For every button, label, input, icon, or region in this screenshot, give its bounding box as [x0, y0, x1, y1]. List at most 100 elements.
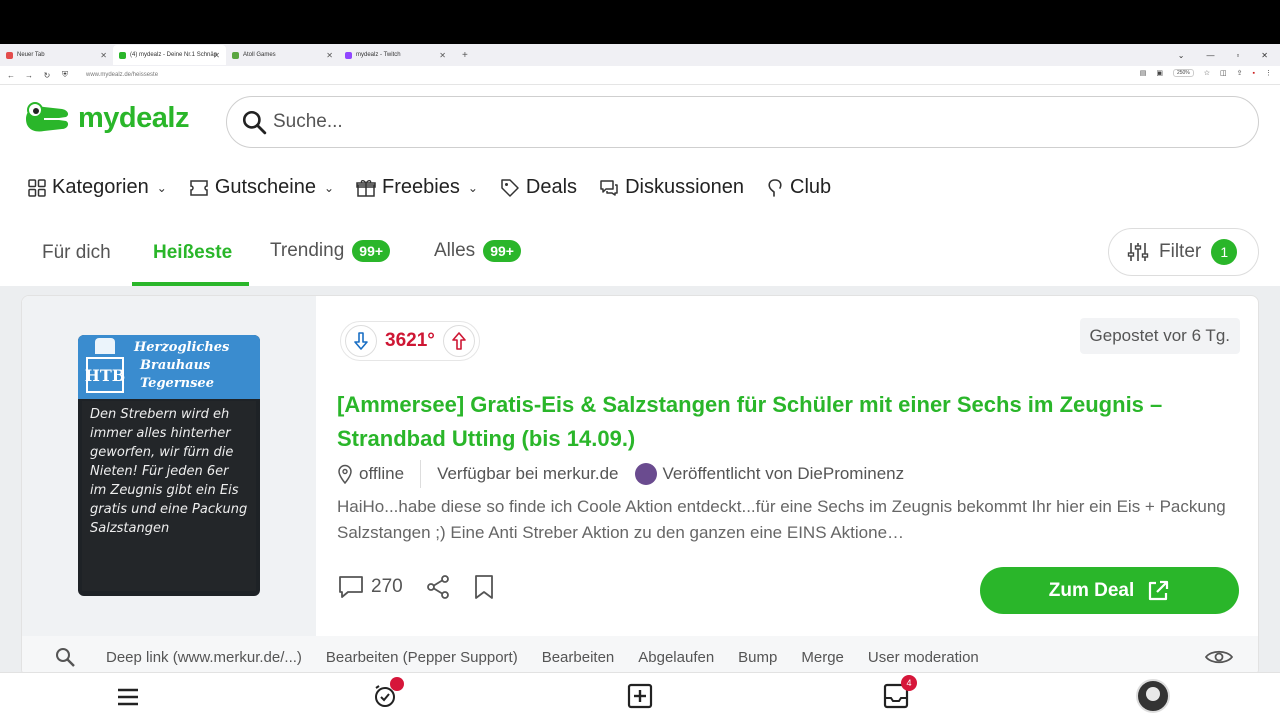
eye-icon[interactable] — [1204, 647, 1234, 667]
nav-diskussionen[interactable]: Diskussionen — [599, 176, 744, 199]
close-window-icon[interactable]: ✕ — [1261, 51, 1268, 60]
author-link[interactable]: Veröffentlicht von DieProminenz — [663, 464, 905, 484]
url-field[interactable]: www.mydealz.de/heisseste — [86, 72, 158, 78]
mod-edit-support[interactable]: Bearbeiten (Pepper Support) — [326, 649, 518, 666]
tag-icon — [501, 178, 519, 197]
mod-deep-link[interactable]: Deep link (www.merkur.de/...) — [106, 649, 302, 666]
browser-tab[interactable]: mydealz - Twitch ✕ — [339, 45, 452, 65]
search-input[interactable] — [273, 111, 1173, 133]
banner-line: Brauhaus — [140, 358, 211, 373]
zoom-level[interactable]: 250% — [1172, 69, 1194, 77]
share-icon[interactable]: ⇪ — [1237, 69, 1243, 77]
inbox-button[interactable]: 4 — [883, 675, 917, 714]
nav-club[interactable]: Club — [766, 176, 831, 199]
browser-tab[interactable]: Atoll Games ✕ — [226, 45, 339, 65]
forward-icon[interactable]: → — [20, 71, 38, 80]
chevron-down-icon: ⌄ — [323, 180, 335, 195]
avatar-face-icon — [1146, 687, 1160, 701]
ticket-icon — [190, 179, 208, 196]
tab-title: Atoll Games — [243, 52, 276, 58]
tab-label: Trending — [270, 240, 345, 261]
new-tab-icon[interactable]: + — [462, 50, 468, 61]
site-info-icon[interactable]: ⛨ — [56, 70, 74, 80]
picture-icon[interactable]: ▣ — [1156, 69, 1163, 77]
nav-label: Freebies — [382, 176, 460, 198]
tab-heisseste[interactable]: Heißeste — [153, 242, 232, 264]
deal-card: HTB Herzogliches Brauhaus Tegernsee Den … — [21, 295, 1259, 677]
extensions-icon[interactable]: ◫ — [1220, 69, 1227, 77]
tab-close-icon[interactable]: ✕ — [213, 51, 220, 60]
nav-gutscheine[interactable]: Gutscheine ⌄ — [189, 176, 334, 199]
deal-image-pane: HTB Herzogliches Brauhaus Tegernsee Den … — [22, 296, 316, 636]
menu-icon[interactable]: ⋮ — [1265, 69, 1272, 77]
logo-text: mydealz — [78, 101, 189, 134]
filter-label: Filter — [1159, 241, 1202, 262]
vote-up-button[interactable] — [442, 325, 475, 357]
hamburger-menu-icon[interactable] — [116, 687, 140, 707]
avatar[interactable] — [634, 463, 657, 485]
deal-feed: HTB Herzogliches Brauhaus Tegernsee Den … — [0, 286, 1280, 677]
tab-favicon-icon — [232, 51, 239, 59]
nav-deals[interactable]: Deals — [500, 176, 577, 199]
tab-list-icon[interactable]: ⌄ — [1178, 51, 1185, 60]
mod-expired[interactable]: Abgelaufen — [638, 649, 714, 666]
tab-close-icon[interactable]: ✕ — [326, 51, 333, 60]
arrow-down-icon — [354, 332, 368, 350]
temperature: 3621° — [385, 330, 435, 351]
filter-button[interactable]: Filter 1 — [1108, 228, 1259, 276]
nav-label: Gutscheine — [214, 176, 316, 198]
tab-close-icon[interactable]: ✕ — [439, 51, 446, 60]
tab-title: (4) mydealz - Deine Nr.1 Schnäp — [130, 52, 218, 58]
tab-trending[interactable]: Trending 99+ — [270, 240, 391, 262]
profile-extension-icon[interactable]: ▪ — [1253, 70, 1255, 77]
tab-title: mydealz - Twitch — [356, 52, 401, 58]
deal-title[interactable]: [Ammersee] Gratis-Eis & Salzstangen für … — [337, 388, 1217, 456]
minimize-icon[interactable]: — — [1206, 51, 1214, 60]
mod-merge[interactable]: Merge — [801, 649, 844, 666]
merchant-link[interactable]: Verfügbar bei merkur.de — [437, 464, 618, 484]
site-header: mydealz — [0, 85, 1280, 160]
tab-fuer-dich[interactable]: Für dich — [42, 242, 111, 264]
chat-icon — [600, 179, 618, 196]
reload-icon[interactable]: ↻ — [38, 71, 56, 80]
deal-description: HaiHo...habe diese so finde ich Coole Ak… — [337, 497, 1226, 542]
deal-thumbnail[interactable]: HTB Herzogliches Brauhaus Tegernsee Den … — [78, 335, 260, 596]
filter-count-badge: 1 — [1211, 239, 1238, 265]
search-bar[interactable] — [226, 96, 1259, 148]
nav-freebies[interactable]: Freebies ⌄ — [356, 176, 478, 199]
alarm-button[interactable] — [372, 677, 404, 714]
tab-label: Für dich — [42, 242, 111, 263]
search-icon — [242, 110, 267, 135]
crocodile-logo-icon — [26, 102, 69, 132]
bookmark-icon[interactable] — [473, 574, 495, 600]
bookmark-star-icon[interactable]: ☆ — [1204, 69, 1210, 77]
vote-down-button[interactable] — [345, 325, 377, 357]
maximize-icon[interactable]: ▫ — [1236, 51, 1239, 60]
crown-icon — [95, 338, 115, 354]
bottom-navigation: 4 — [0, 672, 1280, 720]
zum-deal-button[interactable]: Zum Deal — [980, 567, 1239, 614]
plus-square-icon[interactable] — [627, 683, 653, 709]
feed-tabs: Für dich Heißeste Trending 99+ Alles 99+ F… — [0, 228, 1280, 286]
mod-user-moderation[interactable]: User moderation — [868, 649, 979, 666]
tab-favicon-icon — [119, 51, 126, 59]
reader-icon[interactable]: ▤ — [1140, 69, 1147, 77]
location-pin-icon — [338, 464, 352, 484]
count-badge: 99+ — [352, 240, 391, 262]
browser-tab[interactable]: Neuer Tab ✕ — [0, 45, 113, 65]
grid-icon — [28, 178, 46, 197]
moderation-bar: Deep link (www.merkur.de/...) Bearbeiten… — [22, 636, 1258, 676]
nav-kategorien[interactable]: Kategorien ⌄ — [28, 176, 167, 199]
comments-button[interactable]: 270 — [337, 574, 403, 600]
back-icon[interactable]: ← — [2, 71, 20, 80]
share-icon[interactable] — [425, 574, 451, 600]
user-avatar[interactable] — [1136, 679, 1170, 713]
mydealz-logo[interactable]: mydealz — [22, 101, 189, 135]
banner-line: Herzogliches — [134, 340, 230, 355]
browser-tab-active[interactable]: (4) mydealz - Deine Nr.1 Schnäp ✕ — [113, 45, 226, 65]
inbox-count-badge: 4 — [901, 675, 917, 691]
tab-close-icon[interactable]: ✕ — [100, 51, 107, 60]
tab-alles[interactable]: Alles 99+ — [434, 240, 521, 262]
mod-bump[interactable]: Bump — [738, 649, 777, 666]
mod-edit[interactable]: Bearbeiten — [542, 649, 615, 666]
